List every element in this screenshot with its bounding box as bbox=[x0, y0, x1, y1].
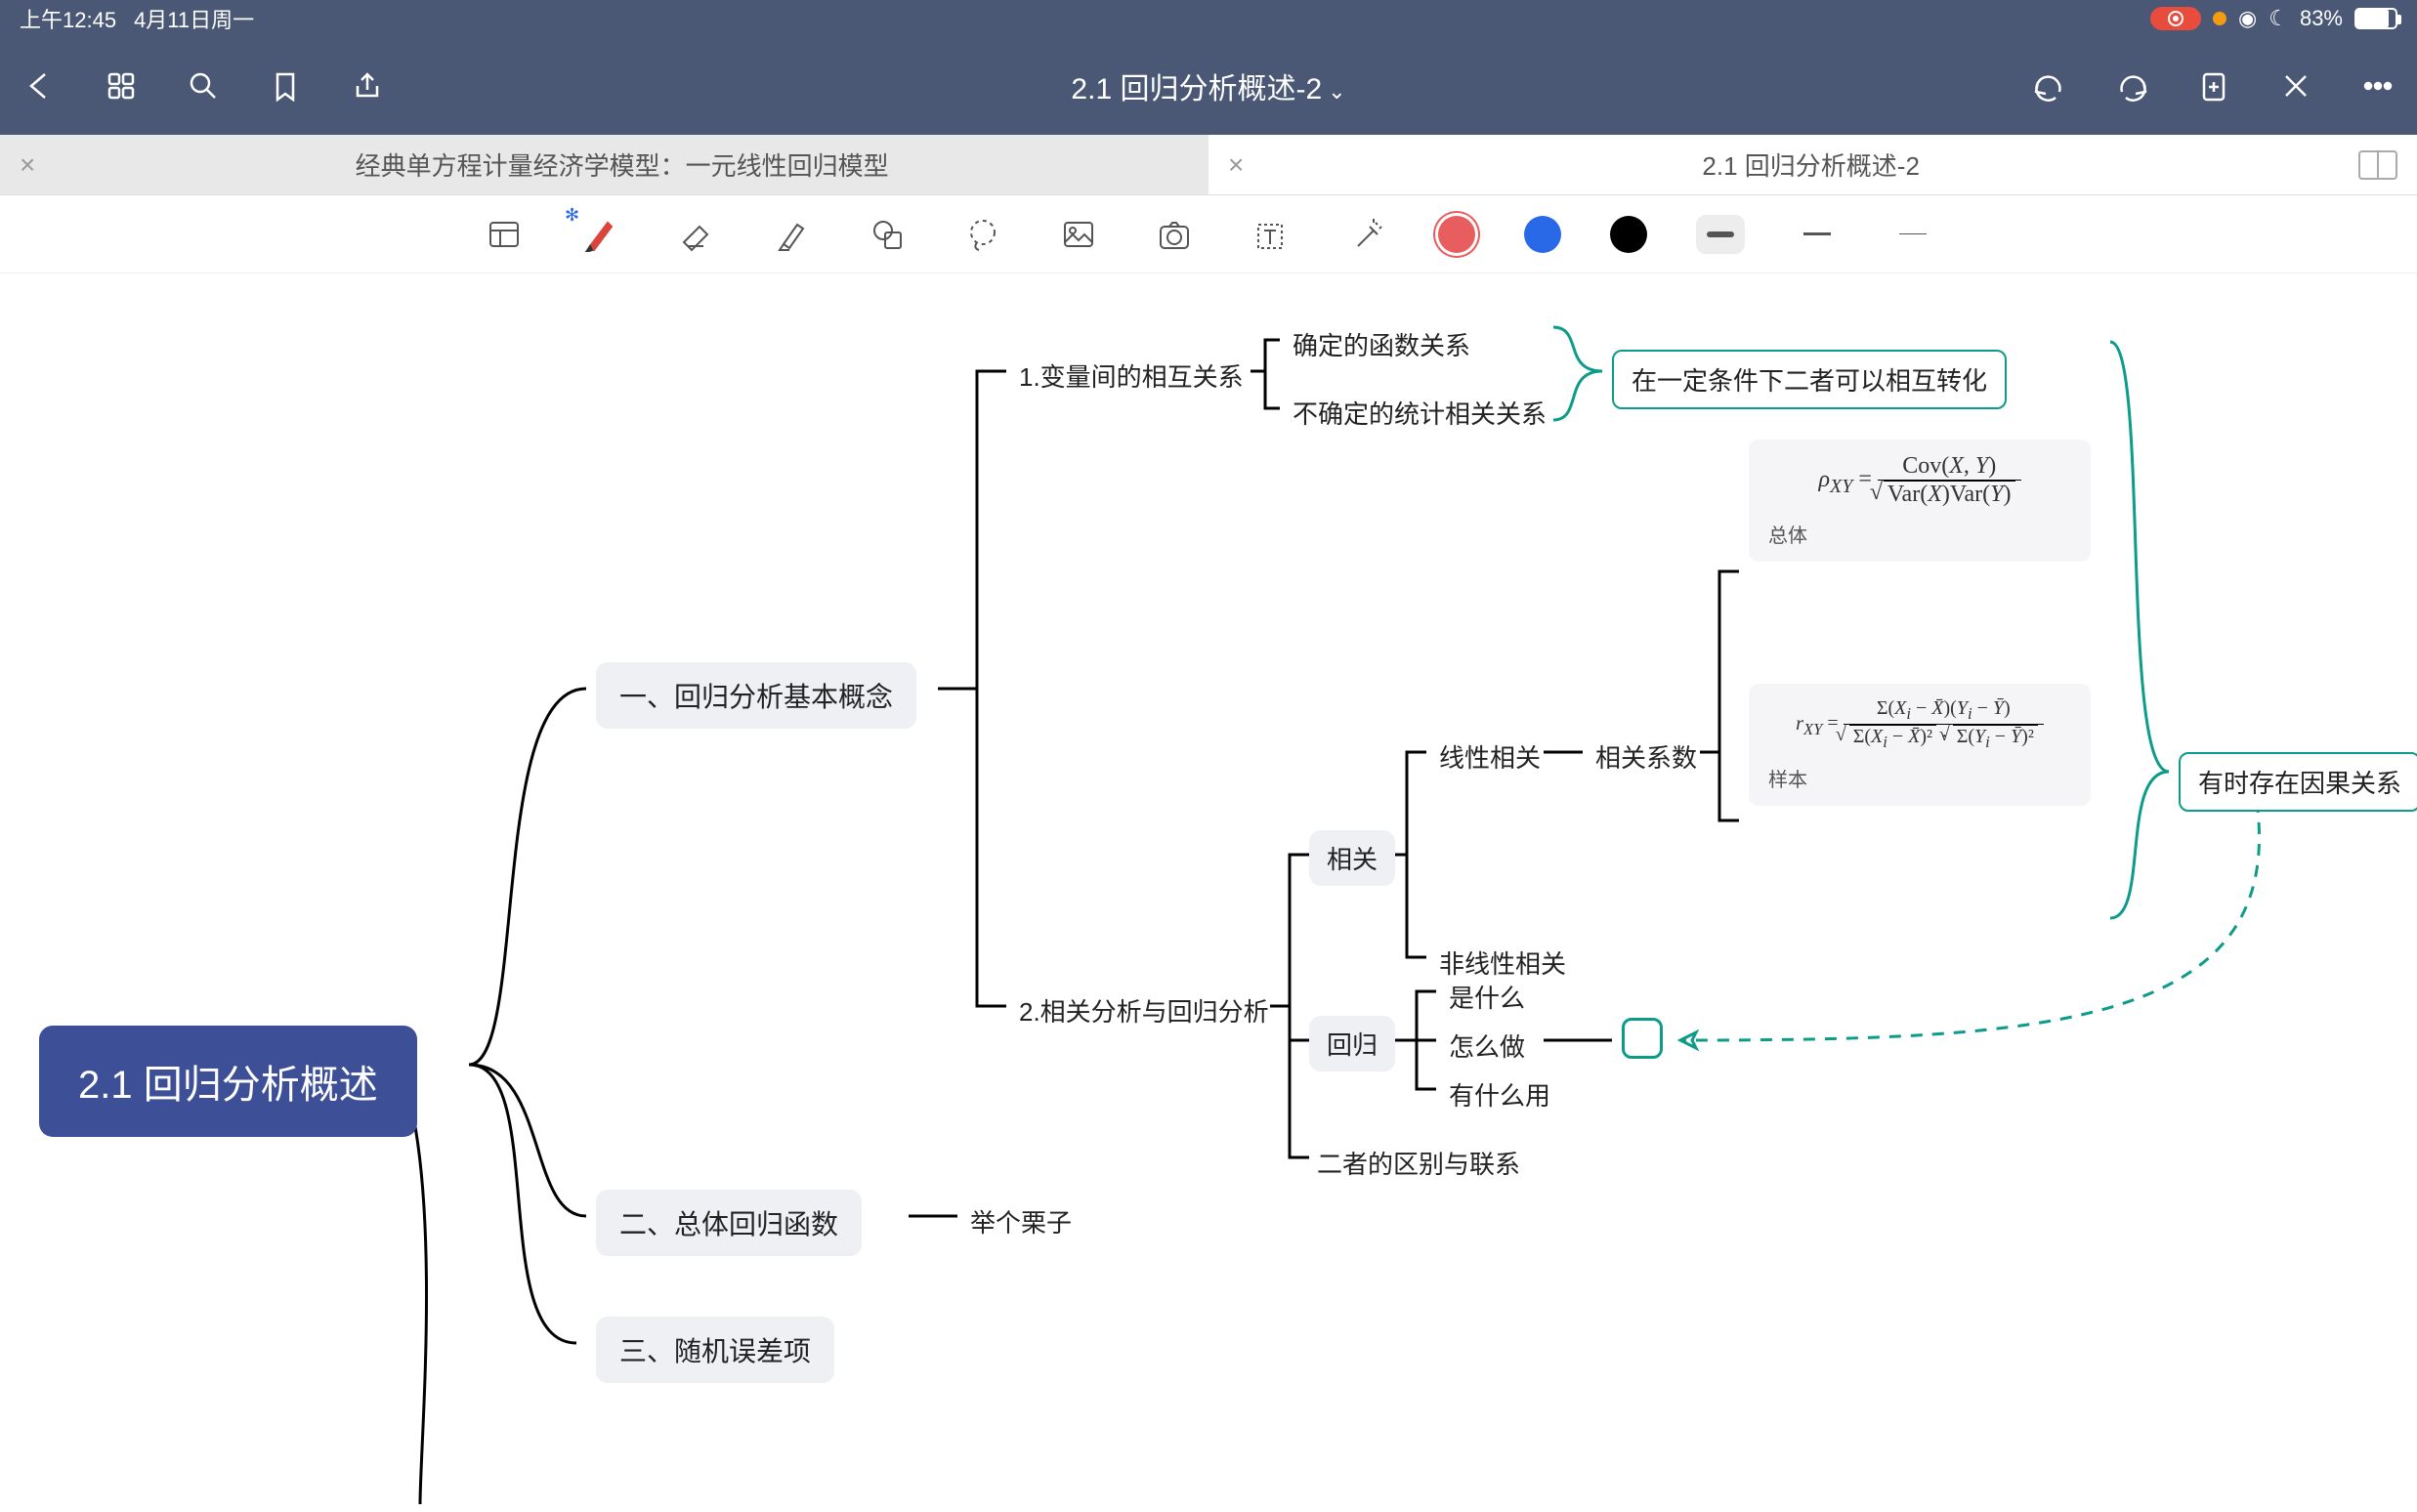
bookmark-icon[interactable] bbox=[266, 66, 305, 105]
back-button[interactable] bbox=[20, 66, 59, 105]
node-diff-similarity[interactable]: 二者的区别与联系 bbox=[1309, 1141, 1528, 1185]
node-correlation[interactable]: 相关 bbox=[1309, 830, 1395, 886]
close-icon[interactable] bbox=[2276, 66, 2315, 105]
node-empty-target[interactable] bbox=[1622, 1018, 1663, 1059]
node-convertible-note[interactable]: 在一定条件下二者可以相互转化 bbox=[1612, 350, 2007, 409]
shapes-tool-icon[interactable] bbox=[864, 211, 911, 258]
tab-close-icon[interactable]: × bbox=[20, 149, 35, 181]
pen-tool-icon[interactable]: ✻ bbox=[576, 211, 623, 258]
status-time: 上午12:45 bbox=[20, 3, 116, 34]
chevron-down-icon: ⌄ bbox=[1328, 79, 1345, 104]
highlighter-tool-icon[interactable] bbox=[768, 211, 815, 258]
node-formula-sample[interactable]: rXY = Σ(Xi − X̄)(Yi − Ȳ)Σ(Xi − X̄)² · Σ(… bbox=[1749, 684, 2091, 806]
tab-inactive[interactable]: × 经典单方程计量经济学模型：一元线性回归模型 bbox=[0, 135, 1208, 194]
stroke-thick[interactable] bbox=[1696, 215, 1745, 254]
moon-icon: ☾ bbox=[2269, 6, 2288, 31]
privacy-dot-icon bbox=[2213, 12, 2226, 25]
share-icon[interactable] bbox=[348, 66, 387, 105]
image-tool-icon[interactable] bbox=[1055, 211, 1102, 258]
node-statistical[interactable]: 不确定的统计相关关系 bbox=[1285, 391, 1554, 435]
lasso-tool-icon[interactable] bbox=[959, 211, 1006, 258]
search-icon[interactable] bbox=[184, 66, 223, 105]
undo-button[interactable] bbox=[2030, 66, 2069, 105]
tab-bar: × 经典单方程计量经济学模型：一元线性回归模型 × 2.1 回归分析概述-2 bbox=[0, 135, 2417, 195]
node-corr-coef[interactable]: 相关系数 bbox=[1588, 735, 1705, 778]
color-red[interactable] bbox=[1438, 216, 1475, 253]
color-black[interactable] bbox=[1610, 216, 1647, 253]
node-regression[interactable]: 回归 bbox=[1309, 1016, 1395, 1071]
more-icon[interactable] bbox=[2358, 66, 2397, 105]
node-deterministic[interactable]: 确定的函数关系 bbox=[1285, 322, 1478, 366]
tab-title: 经典单方程计量经济学模型：一元线性回归模型 bbox=[55, 147, 1189, 183]
split-view-icon[interactable] bbox=[2358, 150, 2397, 180]
document-title[interactable]: 2.1 回归分析概述-2⌄ bbox=[387, 64, 2030, 107]
node-example[interactable]: 举个栗子 bbox=[962, 1199, 1080, 1243]
node-basic-concepts[interactable]: 一、回归分析基本概念 bbox=[596, 662, 916, 729]
formula-label: 总体 bbox=[1768, 520, 2071, 548]
node-corr-vs-regression[interactable]: 2.相关分析与回归分析 bbox=[1011, 988, 1277, 1032]
node-why[interactable]: 有什么用 bbox=[1441, 1072, 1558, 1116]
battery-icon bbox=[2354, 8, 2397, 29]
node-formula-population[interactable]: ρXY = Cov(X, Y)Var(X)Var(Y) 总体 bbox=[1749, 440, 2091, 562]
stroke-thin[interactable] bbox=[1889, 211, 1936, 258]
node-root[interactable]: 2.1 回归分析概述 bbox=[39, 1026, 417, 1137]
magic-tool-icon[interactable] bbox=[1342, 211, 1389, 258]
status-bar: 上午12:45 4月11日周一 ◉ ☾ 83% bbox=[0, 0, 2417, 37]
tab-title: 2.1 回归分析概述-2 bbox=[1263, 147, 2358, 183]
battery-percent: 83% bbox=[2300, 6, 2343, 31]
template-tool-icon[interactable] bbox=[481, 211, 528, 258]
node-what[interactable]: 是什么 bbox=[1441, 975, 1533, 1019]
color-blue[interactable] bbox=[1524, 216, 1561, 253]
redo-button[interactable] bbox=[2112, 66, 2151, 105]
node-causal-note[interactable]: 有时存在因果关系 bbox=[2179, 752, 2417, 812]
node-linear-corr[interactable]: 线性相关 bbox=[1431, 735, 1548, 778]
add-page-icon[interactable] bbox=[2194, 66, 2233, 105]
formula-label: 样本 bbox=[1768, 764, 2071, 792]
eraser-tool-icon[interactable] bbox=[672, 211, 719, 258]
nav-bar: 2.1 回归分析概述-2⌄ bbox=[0, 37, 2417, 135]
node-var-relations[interactable]: 1.变量间的相互关系 bbox=[1011, 354, 1251, 398]
mindmap-canvas[interactable]: 2.1 回归分析概述 一、回归分析基本概念 二、总体回归函数 三、随机误差项 1… bbox=[0, 273, 2417, 1512]
node-error-term[interactable]: 三、随机误差项 bbox=[596, 1317, 834, 1383]
wifi-icon: ◉ bbox=[2238, 6, 2257, 31]
tab-close-icon[interactable]: × bbox=[1228, 149, 1244, 181]
tool-bar: ✻ bbox=[0, 195, 2417, 273]
stroke-medium[interactable] bbox=[1794, 211, 1841, 258]
bluetooth-icon: ✻ bbox=[565, 205, 579, 226]
node-how[interactable]: 怎么做 bbox=[1441, 1024, 1533, 1068]
node-population-regression[interactable]: 二、总体回归函数 bbox=[596, 1190, 862, 1256]
text-tool-icon[interactable] bbox=[1247, 211, 1293, 258]
camera-tool-icon[interactable] bbox=[1151, 211, 1198, 258]
tab-active[interactable]: × 2.1 回归分析概述-2 bbox=[1208, 135, 2417, 194]
screen-record-indicator[interactable] bbox=[2150, 7, 2201, 30]
grid-icon[interactable] bbox=[102, 66, 141, 105]
status-date: 4月11日周一 bbox=[134, 3, 254, 34]
